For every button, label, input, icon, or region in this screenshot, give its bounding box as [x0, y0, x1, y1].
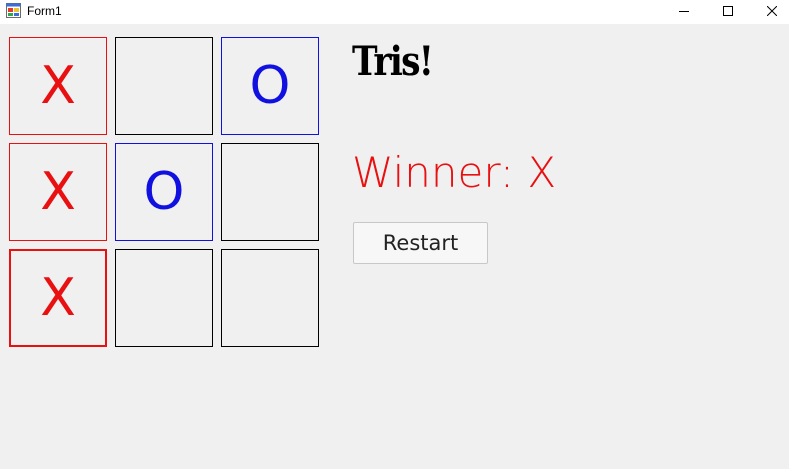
winner-label: Winner: X	[352, 148, 557, 197]
maximize-button[interactable]	[705, 0, 751, 22]
board-cell-5[interactable]: O	[115, 143, 213, 241]
title-bar: Form1	[0, 0, 789, 24]
maximize-icon	[723, 6, 733, 16]
board-cell-9[interactable]	[221, 249, 319, 347]
board-cell-1[interactable]: X	[9, 37, 107, 135]
restart-button[interactable]: Restart	[353, 222, 488, 264]
window-title: Form1	[27, 4, 62, 18]
close-button[interactable]	[749, 0, 789, 22]
board-cell-7[interactable]: X	[9, 249, 107, 347]
minimize-button[interactable]	[661, 0, 707, 22]
board-cell-2[interactable]	[115, 37, 213, 135]
board-cell-3[interactable]: O	[221, 37, 319, 135]
board-cell-8[interactable]	[115, 249, 213, 347]
form-app-icon	[6, 3, 21, 18]
close-icon	[767, 6, 777, 16]
board-cell-6[interactable]	[221, 143, 319, 241]
game-title: Tris!	[352, 38, 434, 85]
minimize-icon	[679, 11, 689, 12]
board-cell-4[interactable]: X	[9, 143, 107, 241]
